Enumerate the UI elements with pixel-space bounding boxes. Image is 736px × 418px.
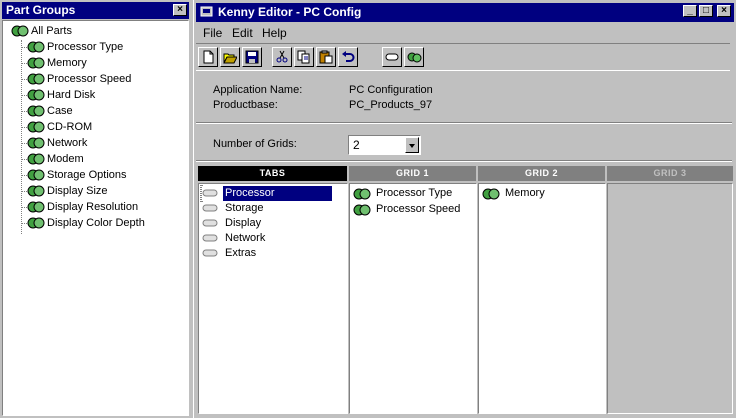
part-button[interactable] <box>404 47 424 67</box>
grid1-header: GRID 1 <box>349 166 476 181</box>
part-icon <box>482 188 500 200</box>
part-icon <box>27 217 45 229</box>
save-button[interactable] <box>242 47 262 67</box>
item-label: Processor Speed <box>376 203 461 215</box>
part-groups-tree[interactable]: All Parts Processor Type Memory Processor S… <box>2 20 189 416</box>
grid1-list[interactable]: Processor Type Processor Speed <box>349 183 477 414</box>
app-name-label: Application Name: <box>213 84 303 96</box>
part-icon <box>407 52 422 63</box>
part-icon <box>11 25 29 37</box>
tree-item-label: Display Size <box>47 185 108 197</box>
item-label: Storage <box>225 202 264 214</box>
tree-item-label: Hard Disk <box>47 89 96 101</box>
tree-item-label: Display Color Depth <box>47 217 145 229</box>
part-icon <box>27 41 45 53</box>
item-label: Memory <box>505 187 545 199</box>
tree-item-label: Network <box>47 137 88 149</box>
part-groups-title: Part Groups <box>6 3 76 17</box>
tree-item-label: Processor Speed <box>47 73 132 85</box>
open-icon <box>223 53 237 64</box>
part-icon <box>27 153 45 165</box>
grids-value: 2 <box>353 138 360 152</box>
tree-item-label: CD-ROM <box>47 121 93 133</box>
copy-icon <box>297 50 310 64</box>
divider <box>196 122 732 124</box>
tree-connector <box>21 40 22 234</box>
close-icon[interactable]: × <box>173 4 187 16</box>
grids-label: Number of Grids: <box>213 138 297 150</box>
toolbar <box>196 43 730 71</box>
part-icon <box>27 57 45 69</box>
menu-edit[interactable]: Edit <box>232 24 253 42</box>
close-icon[interactable]: × <box>717 5 731 17</box>
item-label: Extras <box>225 247 257 259</box>
productbase-value: PC_Products_97 <box>349 99 433 111</box>
part-groups-titlebar: Part Groups × <box>2 2 189 19</box>
save-icon <box>245 50 259 64</box>
open-button[interactable] <box>220 47 240 67</box>
grid3-header: GRID 3 <box>607 166 733 181</box>
cut-icon <box>276 50 288 63</box>
cut-button[interactable] <box>272 47 292 67</box>
item-label: Display <box>225 217 262 229</box>
part-icon <box>353 204 371 216</box>
tabs-list[interactable]: Processor Storage Display Network Extras <box>198 183 348 414</box>
part-icon <box>27 169 45 181</box>
tree-item-label: Display Resolution <box>47 201 139 213</box>
tree-item-label: All Parts <box>31 25 72 37</box>
part-groups-panel: Part Groups × All Parts Processor Type Mem… <box>0 0 191 418</box>
grids-select[interactable]: 2 <box>348 135 421 155</box>
tabs-header: TABS <box>198 166 347 181</box>
item-label: Processor <box>223 186 332 201</box>
divider <box>196 160 732 162</box>
copy-button[interactable] <box>294 47 314 67</box>
item-label: Network <box>225 232 266 244</box>
menu-file[interactable]: File <box>203 24 222 42</box>
app-icon <box>200 6 213 17</box>
tree-item-label: Modem <box>47 153 84 165</box>
tree-item-label: Storage Options <box>47 169 127 181</box>
part-icon <box>27 137 45 149</box>
menu-help[interactable]: Help <box>262 24 287 42</box>
maximize-icon[interactable]: □ <box>699 5 713 17</box>
paste-icon <box>319 50 333 64</box>
minimize-icon[interactable]: _ <box>683 5 697 17</box>
undo-button[interactable] <box>338 47 358 67</box>
part-icon <box>353 188 371 200</box>
part-icon <box>27 105 45 117</box>
part-icon <box>27 89 45 101</box>
tab-icon <box>202 234 218 242</box>
new-icon <box>203 50 214 64</box>
item-label: Processor Type <box>376 187 453 199</box>
chevron-down-icon[interactable] <box>405 137 419 153</box>
tree-item-label: Case <box>47 105 73 117</box>
tree-item-label: Processor Type <box>47 41 124 53</box>
part-icon <box>27 185 45 197</box>
part-icon <box>27 73 45 85</box>
editor-title: Kenny Editor - PC Config <box>218 5 362 19</box>
part-icon <box>27 121 45 133</box>
app-name-value: PC Configuration <box>349 84 433 96</box>
grid3-list <box>607 183 733 414</box>
tab-icon <box>202 189 218 197</box>
undo-icon <box>342 51 355 62</box>
tab-icon <box>385 53 399 61</box>
tree-item-label: Memory <box>47 57 87 69</box>
tab-button[interactable] <box>382 47 402 67</box>
editor-titlebar: Kenny Editor - PC Config _ □ × <box>196 3 734 22</box>
grid2-header: GRID 2 <box>478 166 605 181</box>
tab-icon <box>202 249 218 257</box>
part-icon <box>27 201 45 213</box>
productbase-label: Productbase: <box>213 99 278 111</box>
tab-icon <box>202 204 218 212</box>
editor-window: Kenny Editor - PC Config _ □ × File Edit… <box>193 0 736 418</box>
grid2-list[interactable]: Memory <box>478 183 606 414</box>
tab-icon <box>202 219 218 227</box>
paste-button[interactable] <box>316 47 336 67</box>
new-button[interactable] <box>198 47 218 67</box>
